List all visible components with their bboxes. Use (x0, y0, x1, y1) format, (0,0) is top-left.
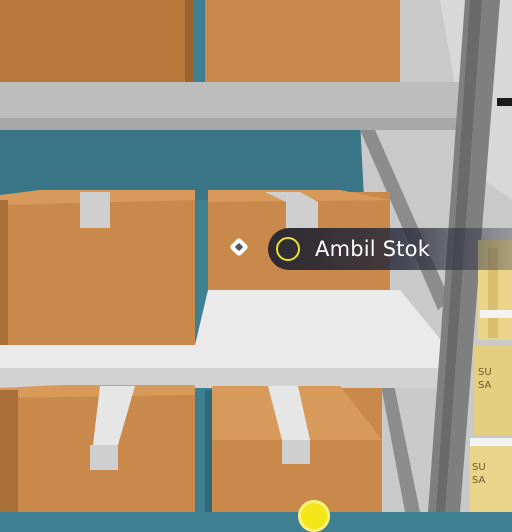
top-box-right (205, 0, 400, 82)
top-box-left (0, 0, 190, 82)
low-gap (205, 390, 213, 512)
mid-box-left-side (0, 200, 8, 345)
circle-button-icon (276, 237, 300, 261)
back-wall-shade (0, 130, 365, 200)
box-label-4: SA (472, 475, 486, 486)
interaction-prompt[interactable]: Ambil Stok (268, 228, 512, 270)
box-label-1: SU (478, 367, 492, 378)
mid-box-left-tape (80, 192, 110, 228)
box-label-3: SU (472, 462, 486, 473)
low-box-left-side (0, 390, 18, 512)
top-box-left-edge (185, 0, 193, 82)
yellow-marker-icon (298, 500, 330, 532)
interaction-prompt-label: Ambil Stok (315, 237, 431, 261)
low-box-right-tape-end (282, 440, 310, 464)
far-shelf-low (470, 438, 512, 446)
rack-clip (497, 98, 512, 106)
top-shelf-edge (0, 118, 470, 130)
box-label-2: SA (478, 380, 492, 391)
low-box-left-tape-end (90, 445, 118, 470)
far-shelf (480, 310, 512, 318)
